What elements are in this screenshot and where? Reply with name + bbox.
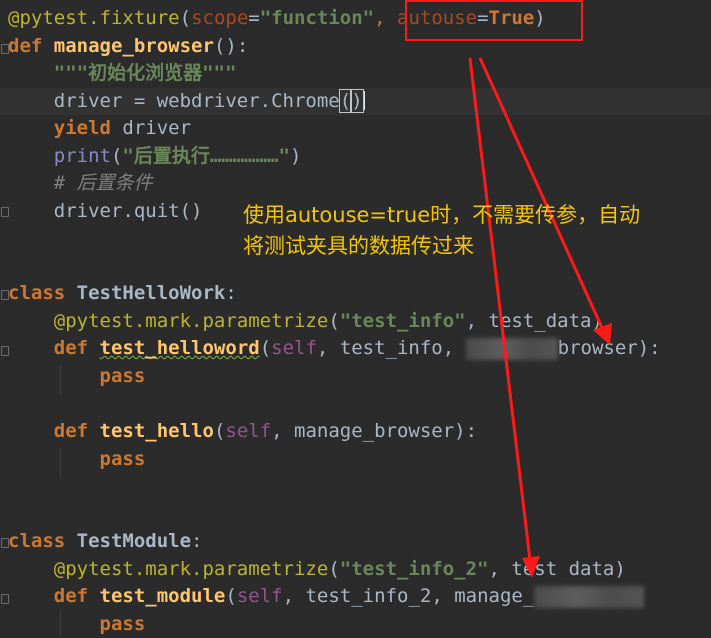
annotation-line-2: 将测试夹具的数据传过来 (243, 234, 474, 258)
arrow-to-manage (468, 57, 540, 578)
annotation-line-1: 使用autouse=true时，不需要传参，自动 (243, 203, 641, 227)
annotation-text: 使用autouse=true时，不需要传参，自动 将测试夹具的数据传过来 (243, 200, 711, 262)
annotation-arrows (468, 57, 612, 578)
